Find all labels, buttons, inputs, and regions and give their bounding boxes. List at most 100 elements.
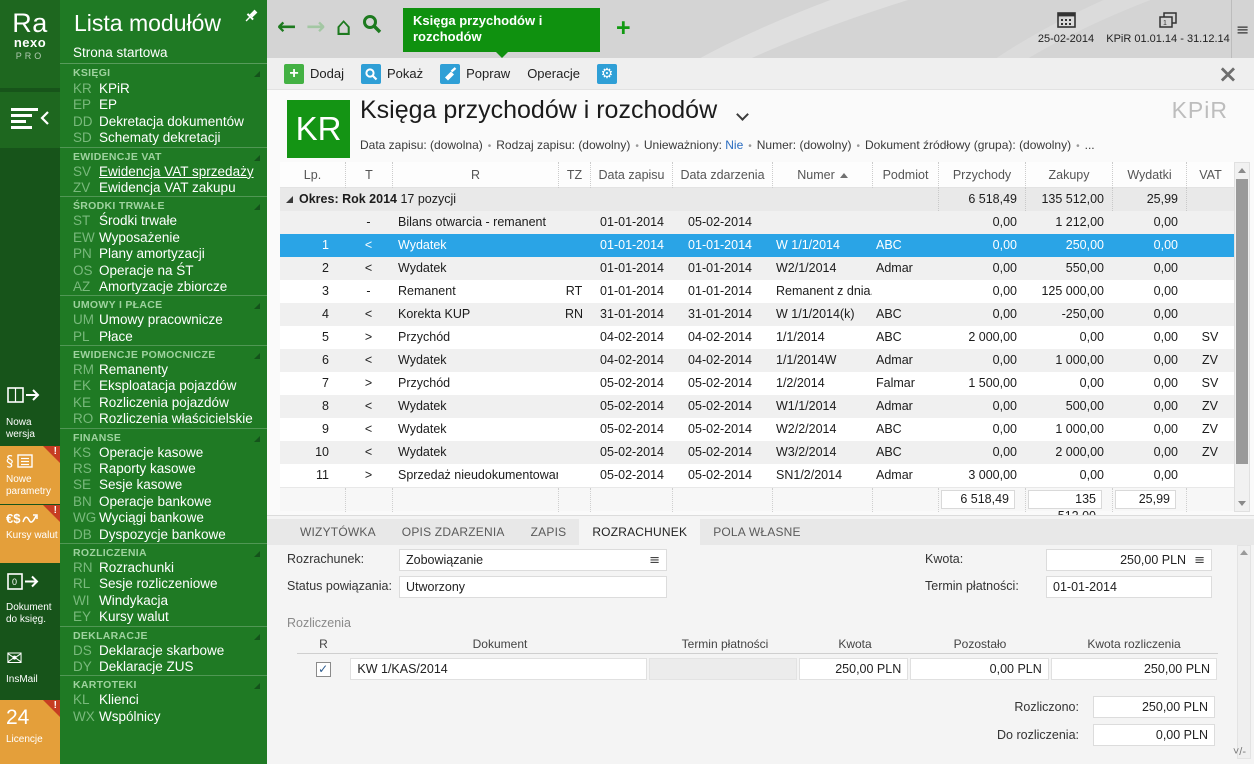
sidebar-item-ke[interactable]: KERozliczenia pojazdów [60,395,267,411]
window-menu-button[interactable]: ≡ [1236,20,1249,39]
sidebar-item-kl[interactable]: KLKlienci [60,692,267,708]
work-date-button[interactable]: 25-02-2014 [1027,0,1105,58]
settings-button[interactable]: ⚙ [597,64,623,84]
column-header-podmiot[interactable]: Podmiot [872,162,938,188]
edit-button[interactable]: Popraw [440,64,510,84]
sidebar-item-st[interactable]: STŚrodki trwałe [60,213,267,229]
sidebar-item-db[interactable]: DBDyspozycje bankowe [60,527,267,543]
table-row[interactable]: 5>Przychód04-02-201404-02-20141/1/2014AB… [280,326,1234,349]
table-row[interactable]: 7>Przychód05-02-201405-02-20141/2/2014Fa… [280,372,1234,395]
module-section-header[interactable]: KSIĘGI [60,64,267,81]
back-arrow-button[interactable]: ← [277,14,296,40]
column-header-tz[interactable]: TZ [558,162,590,188]
module-section-header[interactable]: EWIDENCJE VAT [60,147,267,164]
forward-arrow-button[interactable]: → [306,14,325,40]
sidebar-item-wi[interactable]: WIWindykacja [60,593,267,609]
table-row[interactable]: 1<Wydatek01-01-201401-01-2014W 1/1/2014A… [280,234,1234,257]
column-header-r[interactable]: R [392,162,558,188]
sidebar-item-ek[interactable]: EKEksploatacja pojazdów [60,378,267,394]
column-header-numer[interactable]: Numer [772,162,872,188]
table-row[interactable]: 11>Sprzedaż nieudokumentowana05-02-20140… [280,464,1234,487]
module-section-header[interactable]: UMOWY I PŁACE [60,295,267,312]
checkbox[interactable]: ✓ [316,662,331,677]
scroll-up-icon[interactable] [1238,168,1246,173]
status-field[interactable]: Utworzony [399,576,667,598]
rail-item-kursy-walut[interactable]: ! €$ Kursy walut [0,505,60,563]
sidebar-item-rm[interactable]: RMRemanenty [60,362,267,378]
rail-item-insmail[interactable]: ✉ InsMail [0,640,60,700]
rozrachunek-field[interactable]: Zobowiązanie ≡ [399,549,667,571]
expand-icon[interactable] [286,196,293,203]
module-section-header[interactable]: DEKLARACJE [60,626,267,643]
module-section-header[interactable]: ŚRODKI TRWAŁE [60,196,267,213]
sidebar-item-dy[interactable]: DYDeklaracje ZUS [60,659,267,675]
chevron-down-icon[interactable] [736,108,749,121]
new-tab-button[interactable]: + [616,14,631,43]
tab-zapis[interactable]: ZAPIS [518,519,580,545]
sidebar-item-wg[interactable]: WGWyciągi bankowe [60,510,267,526]
pin-icon[interactable] [243,8,259,29]
table-row[interactable]: 4<Korekta KUPRN31-01-201431-01-2014W 1/1… [280,303,1234,326]
column-header-t[interactable]: T [345,162,392,188]
table-row[interactable]: 6<Wydatek04-02-201404-02-20141/1/2014WAd… [280,349,1234,372]
sidebar-item-se[interactable]: SESesje kasowe [60,477,267,493]
search-button[interactable] [361,13,383,40]
rail-item-nowa-wersja[interactable]: Nowa wersja [0,378,60,444]
table-row[interactable]: 3-RemanentRT01-01-201401-01-2014Remanent… [280,280,1234,303]
tab-ksiega-przychodow[interactable]: Księga przychodów i rozchodów [403,8,600,52]
table-row[interactable]: -Bilans otwarcia - remanent01-01-201405-… [280,211,1234,234]
sidebar-item-zv[interactable]: ZVEwidencja VAT zakupu [60,180,267,196]
home-button[interactable]: ⌂ [336,15,352,39]
column-header-lp[interactable]: Lp. [280,162,345,188]
rail-item-licencje[interactable]: ! 24 Licencje [0,700,60,764]
column-header-zakupy[interactable]: Zakupy [1025,162,1112,188]
sidebar-item-strona-startowa[interactable]: Strona startowa [60,42,267,64]
detail-scrollbar[interactable] [1237,545,1251,759]
column-header-vat[interactable]: VAT [1186,162,1234,188]
tab-opis-zdarzenia[interactable]: OPIS ZDARZENIA [389,519,518,545]
filter-value[interactable]: Nie [725,138,743,152]
field-menu-icon[interactable]: ≡ [1194,553,1205,568]
column-header-przychody[interactable]: Przychody [938,162,1025,188]
rail-item-nowe-parametry[interactable]: ! § Nowe parametry [0,446,60,504]
sidebar-item-um[interactable]: UMUmowy pracownicze [60,312,267,328]
sidebar-item-sd[interactable]: SDSchematy dekretacji [60,130,267,146]
settlements-row[interactable]: ✓KW 1/KAS/2014250,00 PLN0,00 PLN250,00 P… [297,657,1218,681]
sidebar-item-rs[interactable]: RSRaporty kasowe [60,461,267,477]
scroll-up-icon[interactable] [1240,550,1248,555]
sidebar-item-os[interactable]: OSOperacje na ŚT [60,263,267,279]
column-header-dz[interactable]: Data zapisu [590,162,672,188]
table-row[interactable]: 10<Wydatek05-02-201405-02-2014W3/2/2014A… [280,441,1234,464]
tab-rozrachunek[interactable]: ROZRACHUNEK [579,519,700,545]
app-logo[interactable]: Ra nexo PRO [0,0,60,88]
column-header-de[interactable]: Data zdarzenia [672,162,772,188]
table-row[interactable]: 2<Wydatek01-01-201401-01-2014W2/1/2014Ad… [280,257,1234,280]
sidebar-item-ew[interactable]: EWWyposażenie [60,230,267,246]
sidebar-item-bn[interactable]: BNOperacje bankowe [60,494,267,510]
sidebar-item-sv[interactable]: SVEwidencja VAT sprzedaży [60,164,267,180]
operations-button[interactable]: Operacje [527,66,580,81]
sidebar-item-pn[interactable]: PNPlany amortyzacji [60,246,267,262]
sidebar-item-dd[interactable]: DDDekretacja dokumentów [60,114,267,130]
tab-pola-własne[interactable]: POLA WŁASNE [700,519,814,545]
sidebar-item-rn[interactable]: RNRozrachunki [60,560,267,576]
scroll-down-icon[interactable] [1238,501,1246,506]
module-section-header[interactable]: FINANSE [60,428,267,445]
sidebar-item-ey[interactable]: EYKursy walut [60,609,267,625]
sidebar-item-az[interactable]: AZAmortyzacje zbiorcze [60,279,267,295]
modules-toggle-button[interactable] [0,92,60,148]
sidebar-item-rl[interactable]: RLSesje rozliczeniowe [60,576,267,592]
sidebar-item-wx[interactable]: WXWspólnicy [60,709,267,725]
module-section-header[interactable]: EWIDENCJE POMOCNICZE [60,345,267,362]
filter-more[interactable]: ... [1085,138,1095,152]
close-icon[interactable]: × [1218,62,1238,86]
period-button[interactable]: 1 KPiR 01.01.14 - 31.12.14 [1105,0,1231,58]
add-button[interactable]: + Dodaj [284,64,344,84]
tab-wizytówka[interactable]: WIZYTÓWKA [287,519,389,545]
sidebar-item-ro[interactable]: RORozliczenia właścicielskie [60,411,267,427]
sidebar-item-ds[interactable]: DSDeklaracje skarbowe [60,643,267,659]
kwota-field[interactable]: 250,00 PLN ≡ [1046,549,1212,571]
field-menu-icon[interactable]: ≡ [649,553,660,568]
sidebar-item-kr[interactable]: KRKPiR [60,81,267,97]
table-scrollbar[interactable] [1234,162,1250,512]
